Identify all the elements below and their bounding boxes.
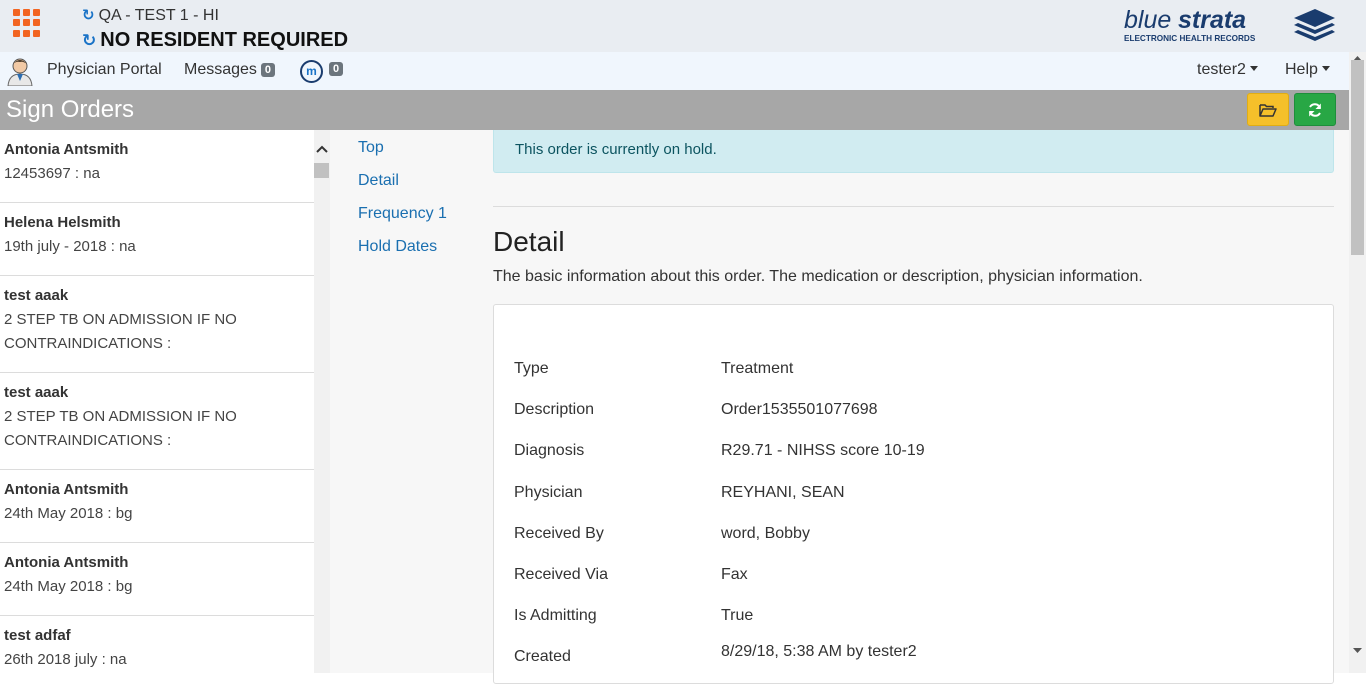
facility-selector[interactable]: ↻ QA - TEST 1 - HI: [82, 6, 219, 25]
list-item[interactable]: Helena Helsmith 19th july - 2018 : na: [0, 203, 314, 276]
logo-word-light: blue: [1124, 6, 1171, 34]
user-name: tester2: [1197, 61, 1246, 78]
field-value: Treatment: [721, 360, 794, 377]
section-link-frequency[interactable]: Frequency 1: [358, 205, 447, 223]
order-summary: 24th May 2018 : bg: [4, 505, 133, 522]
page-scroll-thumb[interactable]: [1351, 60, 1364, 255]
messages-link[interactable]: Messages 0: [184, 61, 276, 79]
list-item[interactable]: Antonia Antsmith 24th May 2018 : bg: [0, 543, 314, 616]
order-resident-name: Antonia Antsmith: [4, 481, 129, 498]
field-label: Type: [514, 360, 549, 377]
field-label: Is Admitting: [514, 607, 597, 624]
page-title-bar: [0, 90, 1349, 130]
detail-heading: Detail: [493, 226, 565, 257]
refresh-icon: [1309, 102, 1321, 117]
field-value: word, Bobby: [721, 525, 810, 542]
field-value: REYHANI, SEAN: [721, 484, 845, 501]
m-icon-label: m: [306, 64, 317, 78]
help-label: Help: [1285, 61, 1318, 78]
refresh-icon: ↻: [82, 31, 97, 50]
m-count-badge: 0: [329, 62, 344, 76]
field-value: R29.71 - NIHSS score 10-19: [721, 442, 925, 459]
field-value: Fax: [721, 566, 748, 583]
divider: [493, 206, 1334, 207]
m-icon[interactable]: m: [300, 60, 323, 83]
order-resident-name: Antonia Antsmith: [4, 554, 129, 571]
order-summary: 12453697 : na: [4, 165, 100, 182]
order-resident-name: Antonia Antsmith: [4, 141, 129, 158]
scroll-down-arrow-icon[interactable]: [1349, 643, 1366, 657]
logo-word-bold: strata: [1178, 6, 1246, 34]
order-summary: 24th May 2018 : bg: [4, 578, 133, 595]
orders-list: Antonia Antsmith 12453697 : na Helena He…: [0, 130, 314, 673]
user-menu[interactable]: tester2: [1197, 61, 1258, 79]
field-value: Order1535501077698: [721, 401, 878, 418]
orders-list-scrollbar[interactable]: [314, 130, 330, 673]
messages-label: Messages: [184, 61, 257, 78]
order-summary: 2 STEP TB ON ADMISSION IF NO CONTRAINDIC…: [4, 408, 237, 449]
order-summary: 19th july - 2018 : na: [4, 238, 136, 255]
list-item[interactable]: Antonia Antsmith 12453697 : na: [0, 130, 314, 203]
caret-down-icon: [1321, 66, 1330, 71]
list-item[interactable]: test aaak 2 STEP TB ON ADMISSION IF NO C…: [0, 276, 314, 373]
field-label: Diagnosis: [514, 442, 585, 459]
hold-alert: This order is currently on hold.: [493, 130, 1334, 173]
order-resident-name: test aaak: [4, 384, 69, 401]
top-bar: ↻ QA - TEST 1 - HI ↻ NO RESIDENT REQUIRED …: [0, 0, 1366, 52]
help-menu[interactable]: Help: [1285, 61, 1330, 79]
field-value: 8/29/18, 5:38 AM by tester2: [721, 643, 917, 660]
physician-portal-label: Physician Portal: [47, 61, 162, 78]
section-link-hold-dates[interactable]: Hold Dates: [358, 238, 437, 256]
app-launcher-icon[interactable]: [13, 9, 41, 37]
refresh-button[interactable]: [1294, 93, 1336, 126]
detail-description: The basic information about this order. …: [493, 268, 1143, 285]
open-folder-button[interactable]: [1247, 93, 1289, 126]
order-resident-name: test adfaf: [4, 627, 71, 644]
refresh-icon: ↻: [82, 7, 95, 24]
bluestrata-logo: blue strata ELECTRONIC HEALTH RECORDS: [1124, 6, 1335, 43]
field-label: Received Via: [514, 566, 608, 583]
order-summary: 2 STEP TB ON ADMISSION IF NO CONTRAINDIC…: [4, 311, 237, 352]
field-label: Created: [514, 648, 571, 665]
messages-count-badge: 0: [260, 63, 276, 77]
page-title: Sign Orders: [6, 96, 135, 123]
order-summary: 26th 2018 july : na: [4, 651, 127, 668]
order-resident-name: Helena Helsmith: [4, 214, 121, 231]
orders-list-scroll-thumb[interactable]: [314, 163, 329, 178]
detail-card: [493, 304, 1334, 684]
physician-avatar-icon: [7, 58, 33, 86]
list-item[interactable]: test adfaf 26th 2018 july : na: [0, 616, 314, 673]
chevron-up-icon[interactable]: [314, 130, 330, 160]
section-link-detail[interactable]: Detail: [358, 172, 399, 190]
logo-stack-icon: [1294, 9, 1335, 41]
list-item[interactable]: test aaak 2 STEP TB ON ADMISSION IF NO C…: [0, 373, 314, 470]
physician-portal-link[interactable]: Physician Portal: [47, 61, 162, 79]
folder-open-icon: [1259, 103, 1277, 117]
field-label: Physician: [514, 484, 583, 501]
order-resident-name: test aaak: [4, 287, 69, 304]
field-value: True: [721, 607, 754, 624]
section-link-top[interactable]: Top: [358, 139, 384, 157]
field-label: Received By: [514, 525, 604, 542]
list-item[interactable]: Antonia Antsmith 24th May 2018 : bg: [0, 470, 314, 543]
resident-name: NO RESIDENT REQUIRED: [100, 29, 349, 51]
logo-tagline: ELECTRONIC HEALTH RECORDS: [1124, 34, 1256, 43]
field-label: Description: [514, 401, 595, 418]
resident-selector[interactable]: ↻ NO RESIDENT REQUIRED: [82, 29, 348, 52]
caret-down-icon: [1249, 66, 1258, 71]
facility-name: QA - TEST 1 - HI: [98, 7, 219, 24]
